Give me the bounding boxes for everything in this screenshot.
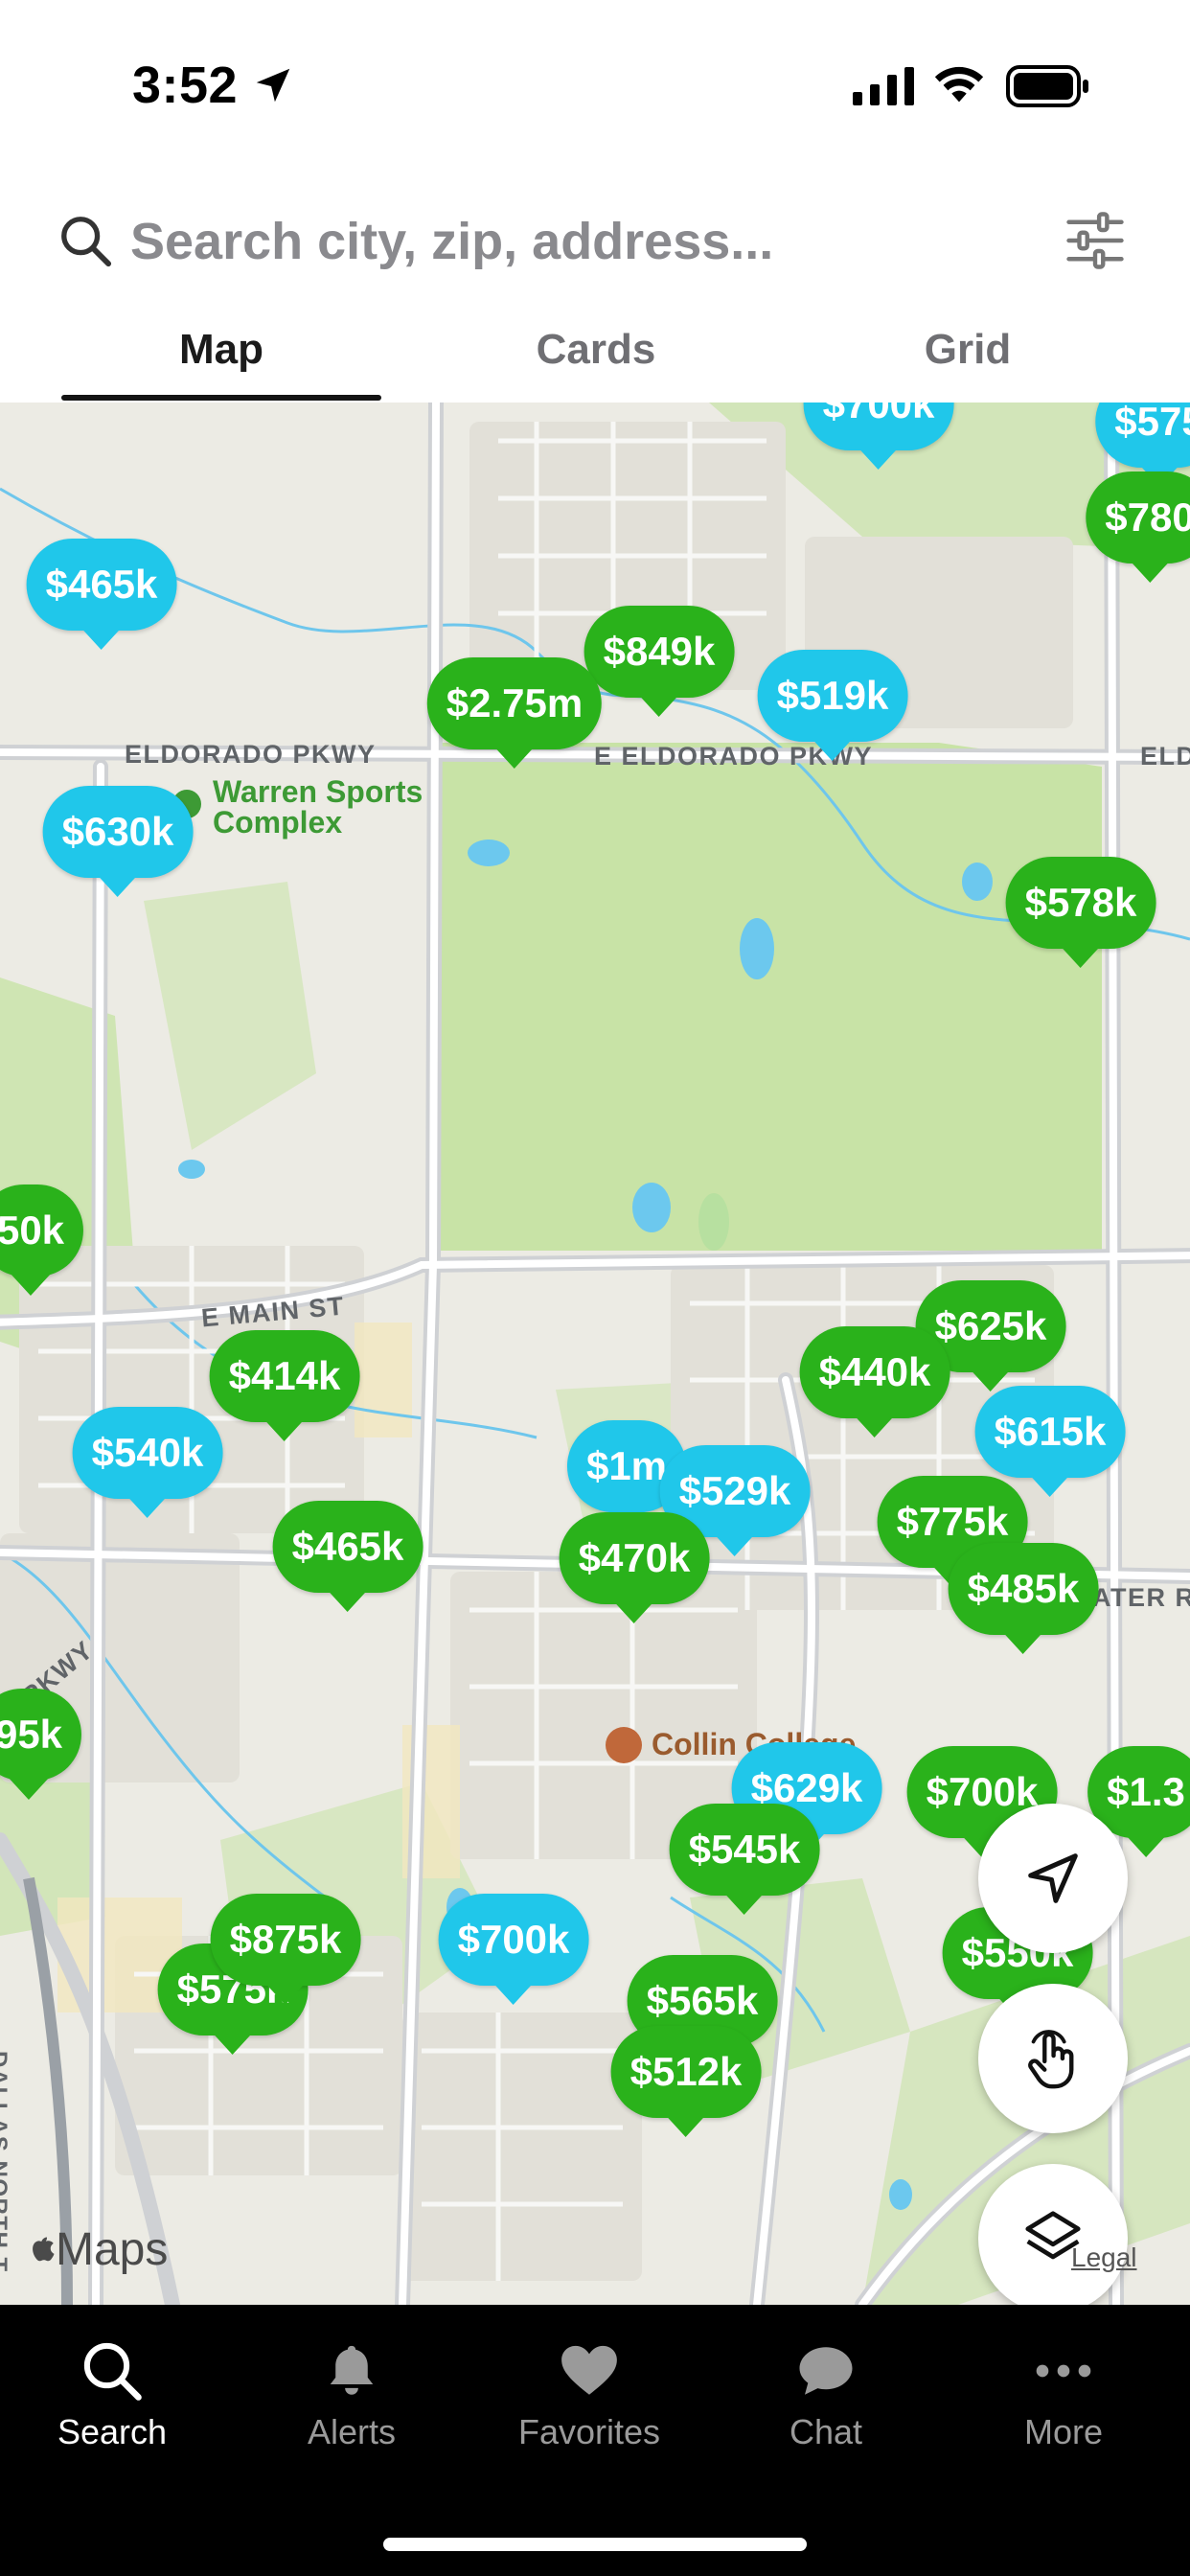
nav-more-label: More [1023,2412,1104,2451]
listing-pin[interactable]: $875k [210,1894,361,2005]
poi-warren-sports-complex[interactable]: Warren Sports Complex [213,776,423,838]
listing-pin[interactable]: $780 [1086,472,1190,583]
apple-maps-brand: Maps [27,2223,168,2276]
nav-search-label: Search [57,2412,168,2451]
filter-sliders-icon[interactable] [1064,209,1127,272]
chat-bubble-icon [799,2347,853,2395]
more-dots-icon [1036,2364,1091,2378]
nav-chat-label: Chat [789,2412,863,2451]
nav-favorites-label: Favorites [517,2412,661,2451]
nav-alerts[interactable]: Alerts [256,2339,447,2452]
view-tabs: Map Cards Grid [0,307,1190,404]
map-view[interactable]: ELDORADO PKWY E ELDORADO PKWY ELD E MAIN… [0,402,1190,2305]
listing-pin[interactable]: $615k [974,1386,1126,1497]
listing-pin[interactable]: $545k [669,1804,820,1915]
listing-pin[interactable]: $578k [1005,857,1156,968]
listing-pin[interactable]: $465k [272,1501,423,1612]
road-label-eld: ELD [1140,742,1190,770]
listing-pin[interactable]: $540k [72,1407,223,1518]
status-time: 3:52 [132,57,239,114]
bell-icon [330,2345,374,2395]
home-indicator [383,2538,807,2551]
battery-icon [1006,65,1088,107]
search-input[interactable] [130,211,993,272]
wifi-icon [934,66,984,103]
nav-favorites[interactable]: Favorites [493,2339,685,2452]
status-bar: 3:52 [0,0,1190,163]
tab-grid[interactable]: Grid [808,326,1128,374]
apple-logo-icon [33,2237,55,2262]
listing-pin[interactable]: $849k [584,606,735,717]
road-label-dallas-north-tollway: DALLAS NORTH T [0,2051,11,2273]
my-location-button[interactable] [978,1804,1128,1953]
location-arrow-icon [1028,1853,1078,1903]
map-layers-button[interactable] [978,2164,1128,2305]
listing-pin[interactable]: $485k [948,1543,1099,1654]
location-services-icon [256,68,290,103]
tab-map[interactable]: Map [61,326,381,374]
search-bar [0,192,1190,297]
search-icon [61,217,112,267]
road-label-eldorado-pkwy: ELDORADO PKWY [125,740,377,769]
nav-more[interactable]: More [968,2339,1159,2452]
nav-chat[interactable]: Chat [730,2339,922,2452]
heart-icon [561,2345,617,2395]
listing-pin[interactable]: $700k [803,402,954,470]
listing-pin[interactable]: $414k [209,1330,360,1441]
listing-pin[interactable]: $470k [559,1512,710,1623]
listing-pin[interactable]: $519k [757,650,908,761]
legal-link[interactable]: Legal [1071,2242,1137,2273]
listing-pin[interactable]: $465k [26,539,177,650]
listing-pin[interactable]: $512k [610,2026,762,2137]
nav-alerts-label: Alerts [307,2412,397,2451]
listing-pin[interactable]: $700k [438,1894,589,2005]
draw-hand-icon [1028,2030,1074,2089]
listing-pin[interactable]: $440k [799,1326,950,1438]
maps-brand-label: Maps [56,2224,169,2275]
listing-pin[interactable]: $630k [42,786,194,897]
draw-search-area-button[interactable] [978,1984,1128,2133]
listing-pin[interactable]: $2.75m [426,657,603,769]
college-poi-icon [606,1727,642,1763]
bottom-tab-bar: Search Alerts Favorites Chat More [0,2305,1190,2576]
nav-search[interactable]: Search [16,2339,208,2452]
active-tab-indicator [61,395,381,401]
tab-cards[interactable]: Cards [436,326,756,374]
cellular-signal-icon [853,67,914,105]
search-icon [83,2342,142,2401]
